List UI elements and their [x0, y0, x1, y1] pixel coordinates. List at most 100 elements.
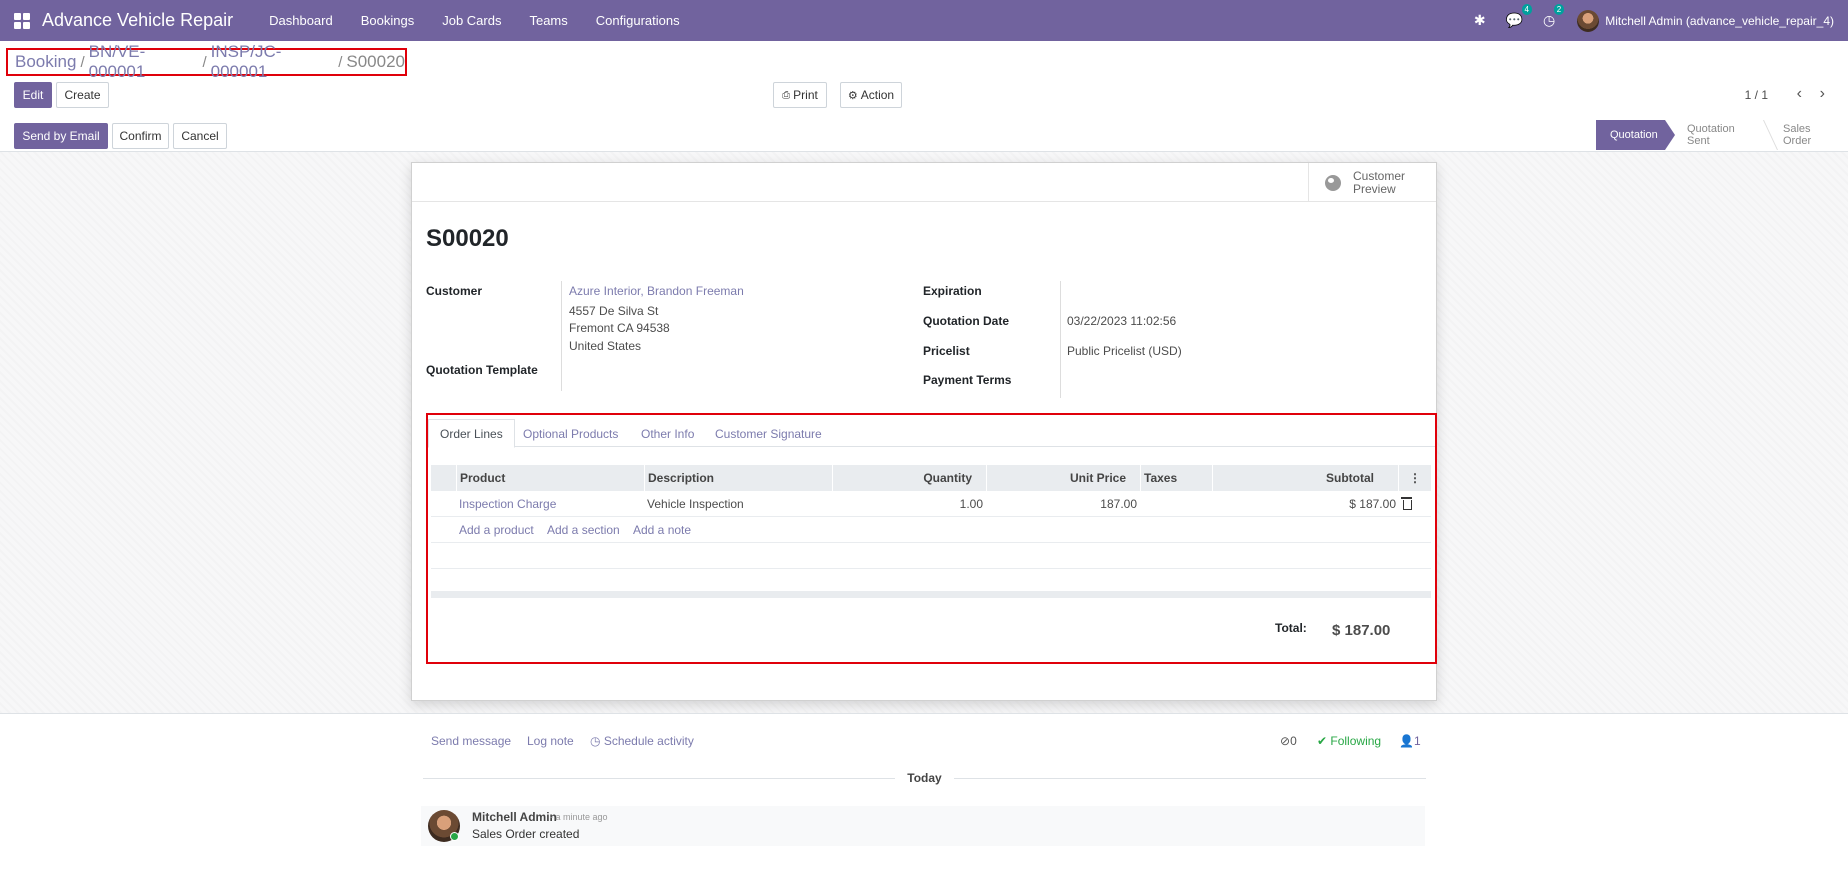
- pricelist-label: Pricelist: [923, 344, 970, 358]
- clock-icon[interactable]: ◷ 2: [1543, 4, 1565, 29]
- add-note-link[interactable]: Add a note: [633, 517, 691, 543]
- apps-icon[interactable]: [14, 12, 30, 29]
- message-item: Mitchell Admin - a minute ago Sales Orde…: [421, 806, 1425, 846]
- row-unit-price[interactable]: 187.00: [986, 491, 1137, 517]
- trash-icon[interactable]: [1401, 497, 1412, 510]
- col-unit-price[interactable]: Unit Price: [986, 465, 1140, 491]
- customer-link[interactable]: Azure Interior, Brandon Freeman: [569, 284, 744, 298]
- main-navbar: Advance Vehicle Repair Dashboard Booking…: [0, 0, 1848, 41]
- expiration-label: Expiration: [923, 284, 982, 298]
- tab-customer-signature[interactable]: Customer Signature: [704, 419, 833, 448]
- table-row[interactable]: Inspection Charge Vehicle Inspection 1.0…: [431, 491, 1431, 517]
- page-title: S00020: [426, 225, 509, 252]
- row-taxes[interactable]: [1143, 491, 1209, 517]
- menu-configurations[interactable]: Configurations: [582, 13, 694, 28]
- message-body: Sales Order created: [472, 827, 580, 841]
- col-description[interactable]: Description: [644, 465, 832, 491]
- send-by-email-button[interactable]: Send by Email: [14, 123, 108, 149]
- customer-label: Customer: [426, 284, 483, 298]
- order-lines-section: Order Lines Optional Products Other Info…: [426, 413, 1437, 664]
- tab-optional-products[interactable]: Optional Products: [512, 419, 629, 448]
- customer-preview-button[interactable]: Customer Preview: [1308, 163, 1436, 202]
- col-subtotal[interactable]: Subtotal: [1212, 465, 1398, 491]
- action-button[interactable]: ⚙ Action: [840, 82, 902, 108]
- breadcrumb-sep: /: [338, 53, 343, 71]
- schedule-activity-label: Schedule activity: [603, 734, 694, 748]
- breadcrumb-current: S00020: [346, 52, 405, 71]
- globe-icon: [1325, 174, 1341, 191]
- add-line-row: Add a product Add a section Add a note: [431, 517, 1431, 543]
- tab-other-info[interactable]: Other Info: [630, 419, 705, 448]
- following-button[interactable]: ✔ Following: [1317, 734, 1381, 748]
- confirm-button[interactable]: Confirm: [112, 123, 169, 149]
- control-panel: Booking / BN/VE-000001 / INSP/JC-000001 …: [0, 41, 1848, 152]
- app-title[interactable]: Advance Vehicle Repair: [42, 10, 233, 31]
- breadcrumb-booking-ref[interactable]: BN/VE-000001: [89, 42, 199, 82]
- message-author[interactable]: Mitchell Admin: [472, 810, 557, 824]
- add-product-link[interactable]: Add a product: [459, 517, 534, 543]
- payment-terms-value: [1067, 373, 1267, 387]
- attachments-button[interactable]: ⊘0: [1280, 734, 1297, 748]
- kebab-icon[interactable]: ⋮: [1398, 465, 1431, 491]
- col-taxes[interactable]: Taxes: [1140, 465, 1212, 491]
- row-quantity[interactable]: 1.00: [832, 491, 983, 517]
- action-label: Action: [860, 88, 895, 102]
- form-sheet: Customer Preview S00020 Customer Azure I…: [411, 162, 1437, 701]
- col-quantity[interactable]: Quantity: [832, 465, 986, 491]
- menu-bookings[interactable]: Bookings: [347, 13, 428, 28]
- gear-icon: ⚙: [847, 89, 858, 102]
- chevron-right-icon[interactable]: ›: [1820, 85, 1825, 103]
- messages-badge: 4: [1521, 4, 1532, 15]
- print-button[interactable]: ⎙ Print: [773, 82, 827, 108]
- clock-icon: ◷: [590, 734, 604, 748]
- chatter: Send message Log note ◷ Schedule activit…: [0, 713, 1848, 890]
- followers-button[interactable]: 👤1: [1399, 734, 1421, 748]
- total-label: Total:: [1275, 621, 1307, 635]
- stage-quotation[interactable]: Quotation: [1596, 120, 1675, 150]
- online-status-icon: [450, 832, 459, 841]
- button-box: Customer Preview: [412, 163, 1436, 202]
- payment-terms-label: Payment Terms: [923, 373, 1012, 387]
- edit-button[interactable]: Edit: [14, 82, 52, 108]
- customer-street: 4557 De Silva St: [569, 304, 659, 318]
- user-menu[interactable]: Mitchell Admin (advance_vehicle_repair_4…: [1605, 14, 1834, 28]
- table-footer: [431, 591, 1431, 598]
- message-date: - a minute ago: [550, 812, 608, 822]
- breadcrumb-job-card[interactable]: INSP/JC-000001: [211, 42, 335, 82]
- quotation-template-label: Quotation Template: [426, 363, 538, 377]
- stage-label: Quotation Sent: [1687, 123, 1735, 147]
- avatar[interactable]: [1577, 9, 1600, 32]
- user-icon: 👤: [1399, 734, 1414, 748]
- send-message-button[interactable]: Send message: [431, 734, 511, 748]
- customer-city: Fremont CA 94538: [569, 321, 670, 335]
- menu-dashboard[interactable]: Dashboard: [255, 13, 347, 28]
- empty-row: [431, 567, 1431, 593]
- col-product[interactable]: Product: [456, 465, 644, 491]
- menu-job-cards[interactable]: Job Cards: [428, 13, 515, 28]
- table-header: Product Description Quantity Unit Price …: [431, 465, 1431, 491]
- following-label: Following: [1330, 734, 1382, 748]
- customer-country: United States: [569, 339, 642, 353]
- pager-value[interactable]: 1 / 1: [1745, 88, 1768, 102]
- customer-preview-label: Customer Preview: [1353, 168, 1406, 196]
- cancel-button[interactable]: Cancel: [173, 123, 227, 149]
- create-button[interactable]: Create: [56, 82, 109, 108]
- chevron-left-icon[interactable]: ‹: [1797, 85, 1802, 103]
- tab-order-lines[interactable]: Order Lines: [428, 419, 515, 448]
- log-note-button[interactable]: Log note: [527, 734, 574, 748]
- print-label: Print: [793, 88, 818, 102]
- bug-icon[interactable]: ✱: [1474, 12, 1486, 29]
- stage-sales-order[interactable]: Sales Order: [1754, 120, 1848, 150]
- date-separator: Today: [423, 771, 1427, 785]
- row-description[interactable]: Vehicle Inspection: [647, 491, 744, 517]
- breadcrumb-booking[interactable]: Booking: [15, 52, 76, 72]
- row-product[interactable]: Inspection Charge: [459, 491, 556, 517]
- add-section-link[interactable]: Add a section: [547, 517, 620, 543]
- printer-icon: ⎙: [782, 89, 791, 101]
- menu-teams[interactable]: Teams: [515, 13, 581, 28]
- chat-icon[interactable]: 💬 4: [1506, 4, 1532, 29]
- schedule-activity-button[interactable]: ◷ Schedule activity: [590, 734, 694, 748]
- stage-quotation-sent[interactable]: Quotation Sent: [1665, 120, 1761, 150]
- row-subtotal: $ 187.00: [1349, 497, 1396, 511]
- paperclip-icon: ⊘: [1280, 734, 1291, 748]
